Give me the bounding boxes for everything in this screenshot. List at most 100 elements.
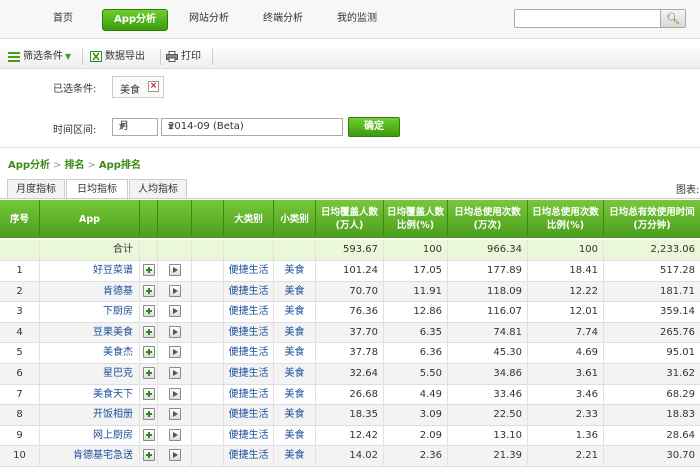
tab-per-capita[interactable]: 人均指标	[129, 179, 187, 199]
add-icon[interactable]	[142, 264, 155, 276]
cell-category[interactable]: 便捷生活	[224, 364, 274, 384]
cell-app-name[interactable]: 网上厨房	[40, 425, 140, 446]
cell-category[interactable]: 便捷生活	[224, 302, 274, 323]
cell-value: 100	[384, 240, 448, 260]
column-header-coverage-ratio[interactable]: 日均覆盖人数 比例(%)	[384, 200, 448, 238]
add-icon[interactable]	[142, 305, 155, 318]
cell-subcategory[interactable]: 美食	[274, 343, 316, 364]
cell-value: 70.70	[316, 281, 384, 302]
print-button[interactable]: 打印	[166, 48, 201, 66]
cell-value: 1.36	[528, 425, 604, 446]
remove-tag-icon[interactable]: ×	[148, 81, 159, 92]
cell-value: 5.50	[384, 364, 448, 384]
add-icon[interactable]	[142, 428, 155, 441]
cell-subcategory[interactable]: 美食	[274, 322, 316, 343]
column-header-daily-uses[interactable]: 日均总使用次数 (万次)	[448, 200, 528, 238]
cell-subcategory[interactable]: 美食	[274, 364, 316, 384]
cell-app-name[interactable]: 下厨房	[40, 302, 140, 323]
cell-value: 37.70	[316, 322, 384, 343]
cell-value: 13.10	[448, 425, 528, 446]
cell-rank: 2	[0, 281, 40, 302]
add-icon[interactable]	[142, 346, 155, 359]
column-header-app[interactable]: App	[40, 200, 140, 238]
cell-value: 177.89	[448, 261, 528, 281]
table-row: 9 网上厨房 便捷生活 美食 12.42 2.09 13.10 1.36 28.64	[0, 425, 700, 447]
cell-app-name[interactable]: 星巴克	[40, 364, 140, 384]
nav-home[interactable]: 首页	[40, 9, 86, 29]
nav-terminal-analysis[interactable]: 终端分析	[256, 9, 310, 29]
filter-button[interactable]: 筛选条件 ▼	[8, 48, 71, 66]
play-icon[interactable]	[168, 408, 181, 421]
cell-app-name[interactable]: 豆果美食	[40, 322, 140, 343]
cell-category[interactable]: 便捷生活	[224, 261, 274, 281]
add-icon[interactable]	[142, 449, 155, 462]
cell-subcategory[interactable]: 美食	[274, 405, 316, 426]
tab-daily[interactable]: 日均指标	[66, 179, 128, 200]
cell-subcategory[interactable]: 美食	[274, 446, 316, 467]
column-header-blank	[158, 200, 192, 238]
play-icon[interactable]	[168, 367, 181, 379]
play-icon[interactable]	[168, 264, 181, 276]
cell-app-name[interactable]: 开饭相册	[40, 405, 140, 426]
cell-subcategory[interactable]: 美食	[274, 425, 316, 446]
add-icon[interactable]	[142, 367, 155, 379]
cell-rank: 6	[0, 364, 40, 384]
cell-subcategory[interactable]: 美食	[274, 281, 316, 302]
month-select[interactable]: 2014-09 (Beta) ▼	[161, 118, 343, 136]
cell-subcategory[interactable]: 美食	[274, 302, 316, 323]
cell-detail	[158, 261, 192, 281]
column-header-category[interactable]: 大类别	[224, 200, 274, 238]
period-select[interactable]: 月 ▼	[112, 118, 158, 136]
cell-category[interactable]: 便捷生活	[224, 322, 274, 343]
column-header-daily-coverage[interactable]: 日均覆盖人数 (万人)	[316, 200, 384, 238]
cell-app-name[interactable]: 肯德基宅急送	[40, 446, 140, 467]
cell-value: 95.01	[666, 347, 695, 359]
cell-rank: 1	[0, 261, 40, 281]
nav-my-monitoring[interactable]: 我的监测	[330, 9, 384, 29]
play-icon[interactable]	[168, 449, 181, 462]
search-button[interactable]: 🔍︎	[660, 10, 685, 27]
play-icon[interactable]	[168, 387, 181, 400]
confirm-button[interactable]: 确定	[348, 117, 400, 137]
cell-category[interactable]: 便捷生活	[224, 281, 274, 302]
play-icon[interactable]	[168, 284, 181, 297]
play-icon[interactable]	[168, 346, 181, 359]
column-header-daily-time[interactable]: 日均总有效使用时间 (万分钟)	[604, 200, 700, 238]
play-icon[interactable]	[168, 428, 181, 441]
add-icon[interactable]	[142, 387, 155, 400]
cell-app-name[interactable]: 肯德基	[40, 281, 140, 302]
play-icon[interactable]	[168, 325, 181, 338]
cell-category[interactable]: 便捷生活	[224, 343, 274, 364]
column-header-subcategory[interactable]: 小类别	[274, 200, 316, 238]
cell-value: 33.46	[448, 384, 528, 405]
export-button[interactable]: 数据导出	[90, 48, 145, 66]
nav-app-analysis[interactable]: App分析	[102, 9, 168, 31]
play-icon[interactable]	[168, 305, 181, 318]
add-icon[interactable]	[142, 325, 155, 338]
add-icon[interactable]	[142, 408, 155, 421]
tab-monthly[interactable]: 月度指标	[7, 179, 65, 199]
breadcrumb-item[interactable]: 排名	[64, 160, 84, 171]
cell-rank	[0, 240, 40, 260]
cell-subcategory[interactable]: 美食	[274, 384, 316, 405]
column-header-rank[interactable]: 序号	[0, 200, 40, 238]
cell-subcategory[interactable]: 美食	[274, 261, 316, 281]
column-header-uses-ratio[interactable]: 日均总使用次数 比例(%)	[528, 200, 604, 238]
cell-blank	[158, 240, 192, 260]
cell-category[interactable]: 便捷生活	[224, 425, 274, 446]
cell-app-name[interactable]: 美食杰	[40, 343, 140, 364]
cell-category[interactable]: 便捷生活	[224, 384, 274, 405]
table-row: 6 星巴克 便捷生活 美食 32.64 5.50 34.86 3.61 31.62	[0, 364, 700, 385]
table-row: 8 开饭相册 便捷生活 美食 18.35 3.09 22.50 2.33 18.83	[0, 405, 700, 426]
cell-app-name[interactable]: 好豆菜谱	[40, 261, 140, 281]
cell-category[interactable]: 便捷生活	[224, 446, 274, 467]
breadcrumb-item: App排名	[98, 160, 141, 171]
search-input[interactable]	[519, 12, 654, 25]
cell-value: 31.62	[666, 368, 695, 379]
breadcrumb-item[interactable]: App分析	[8, 160, 50, 171]
cell-value: 3.46	[528, 384, 604, 405]
cell-category[interactable]: 便捷生活	[224, 405, 274, 426]
cell-app-name[interactable]: 美食天下	[40, 384, 140, 405]
add-icon[interactable]	[142, 284, 155, 297]
nav-website-analysis[interactable]: 网站分析	[182, 9, 236, 29]
